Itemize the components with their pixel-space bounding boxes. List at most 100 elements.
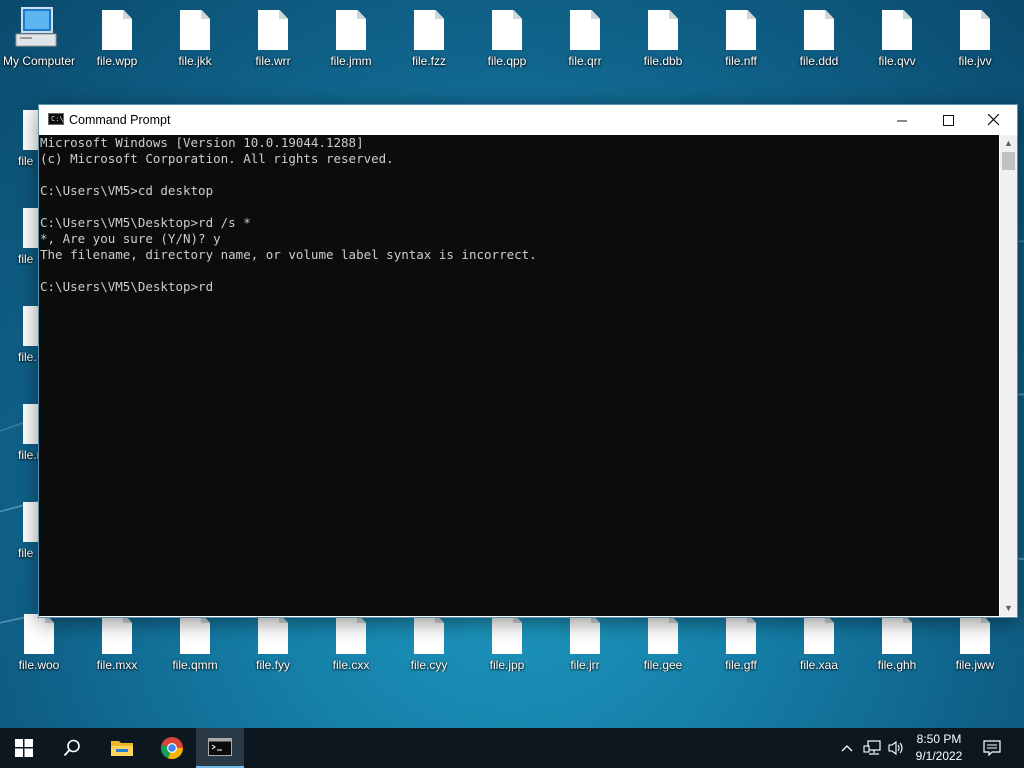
- desktop-icon-label: file.cyy: [410, 658, 448, 672]
- desktop-icon-label: file.wrr: [255, 54, 291, 68]
- folder-icon: [111, 741, 133, 756]
- clock[interactable]: 8:50 PM 9/1/2022: [904, 731, 974, 765]
- close-button[interactable]: [971, 105, 1017, 135]
- desktop-file-icon[interactable]: file: [0, 492, 38, 568]
- notification-icon: [983, 740, 1001, 756]
- file-icon: [102, 10, 132, 50]
- desktop-file-icon[interactable]: file: [0, 198, 38, 274]
- minimize-button[interactable]: [879, 105, 925, 135]
- desktop-file-icon[interactable]: file.jmm: [312, 0, 390, 76]
- file-icon: [102, 614, 132, 654]
- desktop-icon-label: file.jpp: [489, 658, 525, 672]
- desktop-file-icon[interactable]: file.dbb: [624, 0, 702, 76]
- file-icon: [180, 614, 210, 654]
- windows-logo-icon: [15, 739, 33, 757]
- desktop-icon-label: file.fyy: [255, 658, 290, 672]
- desktop-icon-label: file.woo: [18, 658, 60, 672]
- cmd-taskbar-button[interactable]: [196, 728, 244, 768]
- desktop-icon-label: file.jvv: [958, 54, 992, 68]
- window-titlebar[interactable]: C:\ Command Prompt: [39, 105, 1017, 135]
- desktop-icon-label: file.qpp: [487, 54, 527, 68]
- maximize-button[interactable]: [925, 105, 971, 135]
- command-prompt-window[interactable]: C:\ Command Prompt Microsoft Windows [Ve…: [38, 104, 1018, 618]
- file-icon: [882, 614, 912, 654]
- chevron-up-icon: [841, 745, 853, 752]
- chrome-button[interactable]: [148, 728, 196, 768]
- desktop-icon-label: file.dbb: [643, 54, 683, 68]
- file-explorer-button[interactable]: [98, 728, 146, 768]
- scroll-down-icon[interactable]: ▼: [1000, 600, 1017, 616]
- my-computer-icon[interactable]: My Computer: [0, 0, 78, 76]
- desktop-file-icon[interactable]: file.qpp: [468, 0, 546, 76]
- file-icon: [960, 614, 990, 654]
- file-icon: [726, 10, 756, 50]
- desktop-icon-label: file.mxx: [96, 658, 138, 672]
- desktop-file-icon[interactable]: file.fzz: [390, 0, 468, 76]
- console-line: (c) Microsoft Corporation. All rights re…: [40, 151, 394, 166]
- desktop-file-icon[interactable]: file.jkk: [156, 0, 234, 76]
- file-icon: [804, 614, 834, 654]
- file-icon: [258, 10, 288, 50]
- desktop-file-icon[interactable]: file.qrr: [546, 0, 624, 76]
- console-line: C:\Users\VM5\Desktop>rd: [40, 279, 214, 294]
- scroll-up-icon[interactable]: ▲: [1000, 135, 1017, 151]
- desktop-file-icon[interactable]: file.wpp: [78, 0, 156, 76]
- desktop-file-icon[interactable]: file.wrr: [234, 0, 312, 76]
- file-icon: [648, 10, 678, 50]
- desktop-icon-label: file.jmm: [330, 54, 372, 68]
- desktop-file-icon[interactable]: file.jvv: [936, 0, 1014, 76]
- desktop-icon-label: file.ghh: [877, 658, 917, 672]
- desktop-icon-label: file.wpp: [96, 54, 138, 68]
- search-icon: [63, 739, 80, 757]
- file-icon: [258, 614, 288, 654]
- desktop-file-icon[interactable]: file.qvv: [858, 0, 936, 76]
- start-button[interactable]: [0, 728, 48, 768]
- desktop-icon-label: file.ddd: [799, 54, 839, 68]
- file-icon: [414, 614, 444, 654]
- file-icon: [23, 502, 38, 542]
- desktop-file-icon[interactable]: file.r: [0, 394, 38, 470]
- desktop-file-icon[interactable]: file: [0, 100, 38, 176]
- file-icon: [804, 10, 834, 50]
- vertical-scrollbar[interactable]: ▲ ▼: [1000, 135, 1017, 616]
- desktop-icon-label: file.: [18, 350, 37, 364]
- search-button[interactable]: [48, 728, 96, 768]
- file-icon: [336, 614, 366, 654]
- file-icon: [23, 110, 38, 150]
- console-output[interactable]: Microsoft Windows [Version 10.0.19044.12…: [39, 135, 999, 616]
- maximize-icon: [942, 114, 954, 126]
- desktop-icon-label: My Computer: [2, 54, 76, 68]
- cmd-icon: [208, 738, 232, 756]
- desktop-icon-label: file: [18, 546, 34, 560]
- desktop-file-icon[interactable]: file.ddd: [780, 0, 858, 76]
- file-icon: [570, 614, 600, 654]
- file-icon: [414, 10, 444, 50]
- desktop-icon-label: file.cxx: [332, 658, 370, 672]
- chrome-icon: [160, 737, 184, 760]
- desktop-icon-label: file.r: [18, 448, 38, 462]
- desktop-file-icon[interactable]: file.: [0, 296, 38, 372]
- desktop-file-icon[interactable]: file.nff: [702, 0, 780, 76]
- desktop-icon-label: file.nff: [725, 54, 757, 68]
- desktop-icon-label: file: [18, 154, 34, 168]
- file-icon: [23, 404, 38, 444]
- desktop-icon-label: file.jww: [955, 658, 995, 672]
- file-icon: [23, 306, 38, 346]
- clock-date: 9/1/2022: [915, 749, 963, 763]
- taskbar: 8:50 PM 9/1/2022: [0, 728, 1024, 768]
- console-line: C:\Users\VM5\Desktop>rd /s *: [40, 215, 251, 230]
- close-icon: [988, 114, 1000, 126]
- clock-time: 8:50 PM: [916, 732, 962, 746]
- file-icon: [492, 614, 522, 654]
- file-icon: [648, 614, 678, 654]
- desktop-icon-label: file.qmm: [172, 658, 218, 672]
- file-icon: [24, 614, 54, 654]
- tray-overflow-button[interactable]: [836, 728, 858, 768]
- notification-button[interactable]: [974, 728, 1010, 768]
- network-button[interactable]: [860, 728, 884, 768]
- desktop-icon-label: file.xaa: [799, 658, 839, 672]
- scroll-thumb[interactable]: [1002, 152, 1015, 170]
